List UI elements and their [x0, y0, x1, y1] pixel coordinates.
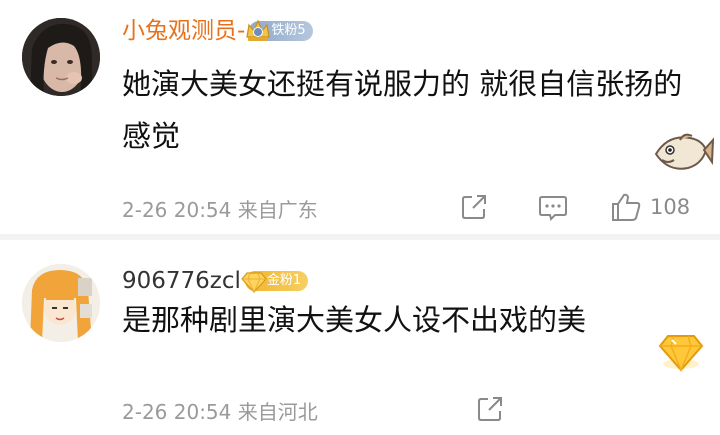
comment-time-location: 2-26 20:54 来自河北 [122, 396, 318, 425]
avatar[interactable] [22, 264, 100, 342]
username[interactable]: 小兔观测员- [122, 16, 245, 46]
badge-label: 金粉1 [266, 273, 302, 288]
fish-sticker [654, 133, 714, 170]
gem-badge-icon [241, 272, 267, 294]
comment-header: 小兔观测员- 铁粉5 [122, 16, 313, 46]
like-button[interactable]: 108 [610, 190, 690, 224]
comment-text: 是那种剧里演大美女人设不出戏的美 [122, 303, 587, 337]
comment-meta: 2-26 20:54 来自河北 [122, 390, 720, 430]
comment-item: 906776zcl 金粉1 是那种剧里演大美女人设不出戏的美 2-26 20:5… [0, 240, 720, 435]
comment-header: 906776zcl 金粉1 [122, 266, 309, 296]
share-button[interactable] [476, 392, 504, 426]
comment-meta: 2-26 20:54 来自广东 108 [122, 188, 720, 228]
crown-badge-icon [246, 19, 271, 41]
like-icon [612, 193, 641, 221]
share-icon [478, 397, 502, 421]
share-button[interactable] [460, 190, 488, 224]
comment-location: 来自河北 [237, 400, 318, 424]
username[interactable]: 906776zcl [122, 266, 241, 296]
comment-location: 来自广东 [237, 198, 318, 222]
like-count: 108 [650, 195, 691, 219]
comment-item: 小兔观测员- 铁粉5 她演大美女还挺有说服力的 就很自信张扬的感觉 2-26 2… [0, 0, 720, 232]
badge-label: 铁粉5 [271, 23, 306, 38]
comment-icon [539, 196, 567, 221]
comment-time: 2-26 20:54 [122, 400, 232, 424]
fan-badge[interactable]: 铁粉5 [246, 19, 313, 41]
comment-time: 2-26 20:54 [122, 198, 232, 222]
avatar[interactable] [22, 18, 100, 96]
comment-text: 她演大美女还挺有说服力的 就很自信张扬的感觉 [122, 67, 683, 153]
comment-time-location: 2-26 20:54 来自广东 [122, 194, 318, 223]
fan-badge[interactable]: 金粉1 [241, 271, 309, 294]
gold-diamond-sticker [658, 335, 704, 372]
share-icon [462, 195, 486, 219]
reply-button[interactable] [538, 190, 568, 224]
